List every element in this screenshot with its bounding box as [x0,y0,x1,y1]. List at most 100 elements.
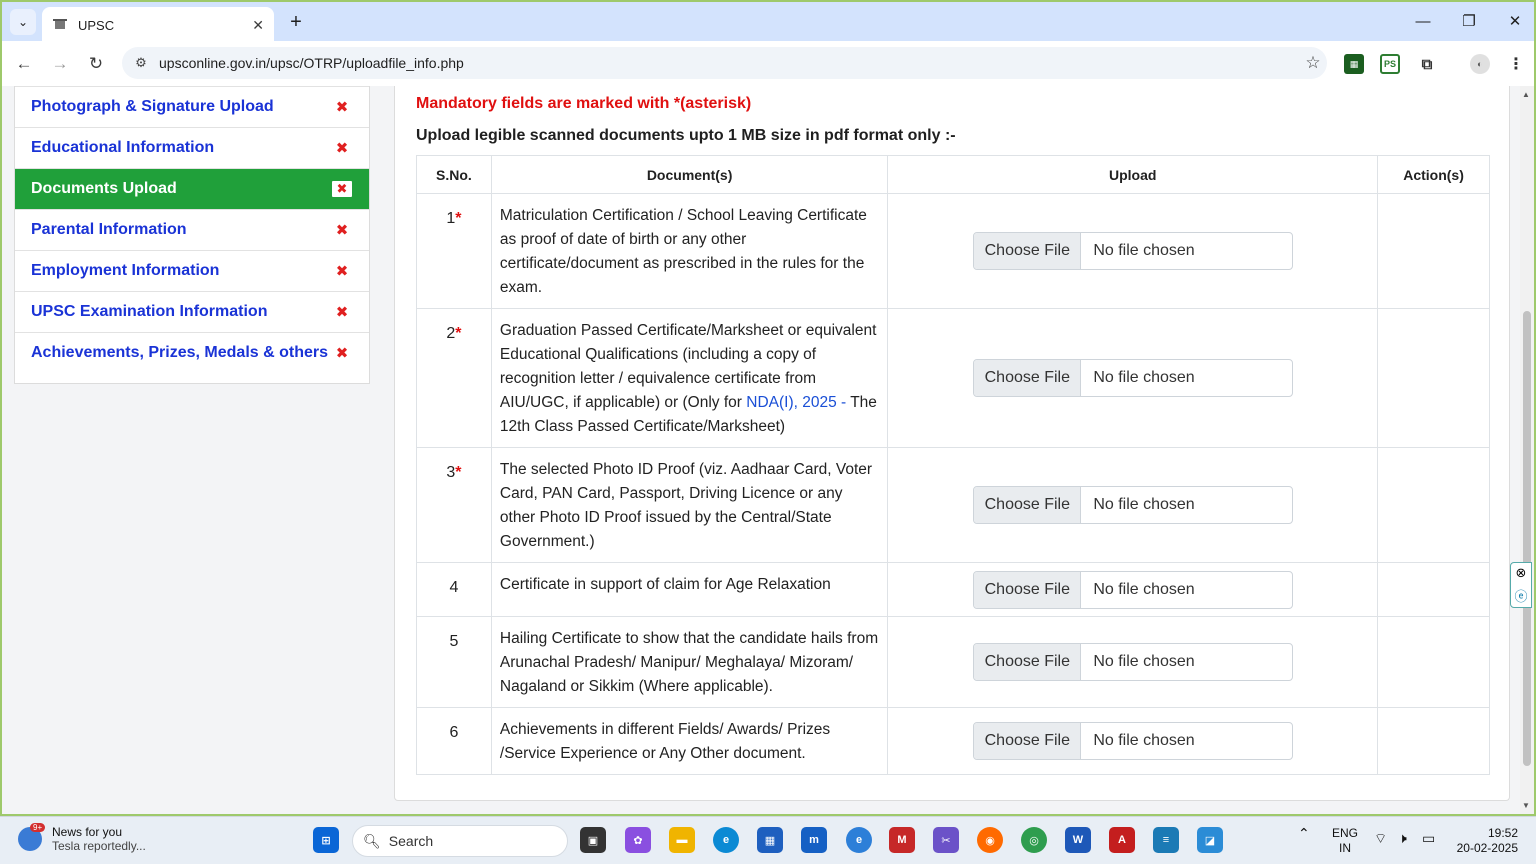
restore-button[interactable]: ❐ [1454,8,1484,34]
photos-icon[interactable]: ◪ [1197,827,1223,853]
tab-close-icon[interactable]: ✕ [252,17,264,34]
tab-search-icon[interactable]: ⌄ [10,9,36,35]
sidebar-item-employment[interactable]: Employment Information ✖ [15,250,369,291]
documents-upload-panel: Mandatory fields are marked with *(aster… [394,86,1510,801]
firefox-icon[interactable]: ◉ [977,827,1003,853]
row-upload: Choose File No file chosen [887,616,1379,708]
search-label: Search [388,833,434,849]
file-input[interactable]: Choose File No file chosen [973,643,1294,681]
address-bar[interactable]: ⚙ upsconline.gov.in/upsc/OTRP/uploadfile… [122,47,1327,79]
sidebar-item-achievements[interactable]: Achievements, Prizes, Medals & others ✖ [15,332,369,373]
forward-icon[interactable]: → [47,51,73,77]
required-asterisk: * [455,325,462,342]
menu-kebab-icon[interactable]: ⋮ [1506,54,1526,74]
site-info-icon[interactable]: ⚙ [130,52,152,74]
profile-avatar[interactable]: ◐ [1470,54,1490,74]
extensions-puzzle-icon[interactable]: ⧉ [1417,54,1437,74]
row-upload: Choose File No file chosen [887,308,1379,448]
browser-tab-bar: ⌄ UPSC ✕ + — ❐ ✕ [0,0,1536,43]
clock[interactable]: 19:52 20-02-2025 [1452,826,1518,856]
row-document: Graduation Passed Certificate/Marksheet … [490,308,889,448]
edge-browser-icon[interactable]: e [713,827,739,853]
no-file-label: No file chosen [1093,369,1195,386]
tray-chevron-icon[interactable]: ⌃ [1298,826,1310,841]
task-view-icon[interactable]: ▣ [580,827,606,853]
wifi-icon[interactable]: ⌔ [1374,831,1387,846]
copilot-icon[interactable]: ✿ [625,827,651,853]
documents-table: S.No. Document(s) Upload Action(s) 1* Ma… [416,155,1490,775]
choose-file-button[interactable]: Choose File [974,571,1082,608]
back-icon[interactable]: ← [11,51,37,77]
windows-start-icon[interactable]: ⊞ [313,827,339,853]
page-viewport: Photograph & Signature Upload ✖ Educatio… [0,86,1536,816]
table-row: 4 Certificate in support of claim for Ag… [416,562,1490,617]
scroll-up-icon[interactable]: ▲ [1522,90,1530,99]
edge-icon[interactable]: ⓔ [1514,586,1527,605]
no-file-label: No file chosen [1093,242,1195,259]
ie-icon[interactable]: e [846,827,872,853]
file-input[interactable]: Choose File No file chosen [973,232,1294,270]
file-input[interactable]: Choose File No file chosen [973,486,1294,524]
choose-file-button[interactable]: Choose File [974,233,1082,269]
url-text[interactable]: upsconline.gov.in/upsc/OTRP/uploadfile_i… [159,55,1299,71]
table-header-row: S.No. Document(s) Upload Action(s) [416,155,1490,194]
acrobat-icon[interactable]: A [1109,827,1135,853]
ps-extension-icon[interactable]: PS [1380,54,1400,74]
file-input[interactable]: Choose File No file chosen [973,722,1294,760]
choose-file-button[interactable]: Choose File [974,487,1082,523]
close-circle-icon[interactable]: ⊗ [1516,565,1527,581]
file-explorer-icon[interactable]: ▬ [669,827,695,853]
bookmark-star-icon[interactable]: ☆ [1299,53,1327,73]
sidebar-item-upsc-examination[interactable]: UPSC Examination Information ✖ [15,291,369,332]
incomplete-x-icon: ✖ [335,263,349,280]
floating-side-widget[interactable]: ⊗ ⓔ [1510,562,1532,608]
sidebar-item-documents-upload[interactable]: Documents Upload ✖ [15,168,369,209]
mcafee-icon[interactable]: M [889,827,915,853]
file-input[interactable]: Choose File No file chosen [973,359,1294,397]
chrome-icon[interactable]: ◎ [1021,827,1047,853]
row-action [1377,447,1490,563]
choose-file-button[interactable]: Choose File [974,360,1082,396]
mylife-icon[interactable]: m [801,827,827,853]
required-asterisk: * [455,464,462,481]
volume-icon[interactable]: 🕨︎ [1398,831,1407,846]
row-upload: Choose File No file chosen [887,193,1379,309]
row-sno: 2* [416,308,492,448]
close-window-button[interactable]: ✕ [1500,8,1530,34]
reload-icon[interactable]: ↻ [83,51,109,77]
form-sections-sidebar: Photograph & Signature Upload ✖ Educatio… [14,86,370,384]
store-icon[interactable]: ▦ [757,827,783,853]
scroll-down-icon[interactable]: ▼ [1522,801,1530,810]
page-scrollbar[interactable]: ▲ ▼ [1520,86,1534,814]
incomplete-x-icon: ✖ [335,222,349,239]
new-tab-button[interactable]: + [284,10,308,34]
nda-link[interactable]: NDA(I), 2025 - [746,394,846,411]
choose-file-button[interactable]: Choose File [974,644,1082,680]
table-row: 3* The selected Photo ID Proof (viz. Aad… [416,447,1490,563]
file-input[interactable]: Choose File No file chosen [973,570,1294,609]
language-indicator[interactable]: ENG IN [1332,826,1358,856]
snipping-tool-icon[interactable]: ✂ [933,827,959,853]
sidebar-item-parental[interactable]: Parental Information ✖ [15,209,369,250]
minimize-button[interactable]: — [1408,8,1438,34]
search-icon: 🔍︎ [363,832,381,849]
sidebar-item-educational[interactable]: Educational Information ✖ [15,127,369,168]
taskbar-search[interactable]: 🔍︎ Search [352,825,568,857]
choose-file-button[interactable]: Choose File [974,723,1082,759]
mandatory-note: Mandatory fields are marked with *(aster… [416,95,752,112]
scrollbar-thumb[interactable] [1523,311,1531,766]
browser-tab[interactable]: UPSC ✕ [42,7,274,43]
word-icon[interactable]: W [1065,827,1091,853]
row-document: Achievements in different Fields/ Awards… [490,707,889,775]
sidebar-item-photograph-signature[interactable]: Photograph & Signature Upload ✖ [15,86,369,127]
battery-icon[interactable]: ▭ [1422,831,1435,846]
extension-icon[interactable]: ▦ [1344,54,1364,74]
incomplete-x-icon: ✖ [332,181,352,197]
notepad-icon[interactable]: ≡ [1153,827,1179,853]
row-document: Hailing Certificate to show that the can… [490,616,889,708]
row-action [1377,308,1490,448]
table-row: 5 Hailing Certificate to show that the c… [416,616,1490,708]
news-widget[interactable]: 9+ News for you Tesla reportedly... [18,823,146,853]
news-subtitle: Tesla reportedly... [52,839,146,853]
row-sno: 4 [416,562,492,617]
